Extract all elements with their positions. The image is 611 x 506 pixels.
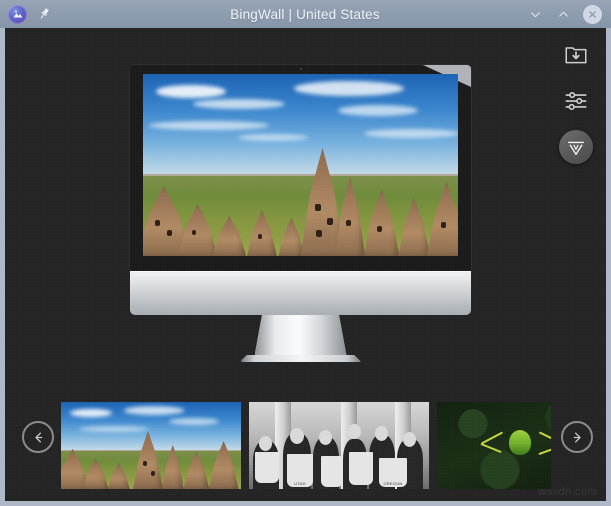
title-bar-left-controls — [0, 4, 128, 24]
thumbnail-frog[interactable] — [437, 402, 551, 489]
bingwall-window: BingWall | United States UTAH OREGON wsx… — [0, 0, 611, 506]
thumbnail-strip: UTAH OREGON — [5, 388, 606, 501]
frog-body — [508, 430, 531, 456]
thumbnail-suffragettes[interactable]: UTAH OREGON — [249, 402, 429, 489]
thumb-frog-art — [437, 402, 551, 489]
desktop-monitor-mockup — [130, 65, 471, 362]
preview-stage — [5, 28, 606, 388]
thumbnail-cappadocia[interactable] — [61, 402, 241, 489]
cappadocia-scene — [143, 74, 458, 256]
arrow-right-icon[interactable] — [561, 421, 593, 453]
tool-rail — [554, 38, 598, 164]
w-monogram-icon[interactable] — [559, 130, 593, 164]
sliders-icon[interactable] — [559, 84, 593, 118]
banner-oregon: OREGON — [379, 458, 407, 487]
thumbnail-list: UTAH OREGON — [61, 402, 551, 498]
maximize-button[interactable] — [555, 6, 572, 23]
monitor-bezel — [130, 65, 471, 271]
arrow-left-icon[interactable] — [22, 421, 54, 453]
thumb-cappadocia-art — [61, 402, 241, 489]
window-controls — [482, 4, 611, 24]
watermark: wsxdn.com — [538, 486, 597, 498]
monitor-stand-base — [239, 355, 362, 362]
thumb-suffragettes-art: UTAH OREGON — [249, 402, 429, 489]
minimize-button[interactable] — [527, 6, 544, 23]
webcam-dot — [299, 68, 302, 70]
wallpaper-preview[interactable] — [143, 74, 458, 256]
banner-label — [255, 452, 279, 483]
monitor-stand-neck — [254, 315, 347, 355]
title-bar: BingWall | United States — [0, 0, 611, 28]
folder-download-icon[interactable] — [559, 38, 593, 72]
pin-icon[interactable] — [36, 7, 51, 22]
window-title: BingWall | United States — [230, 6, 380, 22]
close-button[interactable] — [583, 4, 602, 24]
bingwall-app-icon — [8, 4, 27, 24]
monitor-chin — [130, 271, 471, 315]
main-content: UTAH OREGON wsxdn.com — [5, 28, 606, 501]
banner-utah: UTAH — [287, 454, 313, 487]
